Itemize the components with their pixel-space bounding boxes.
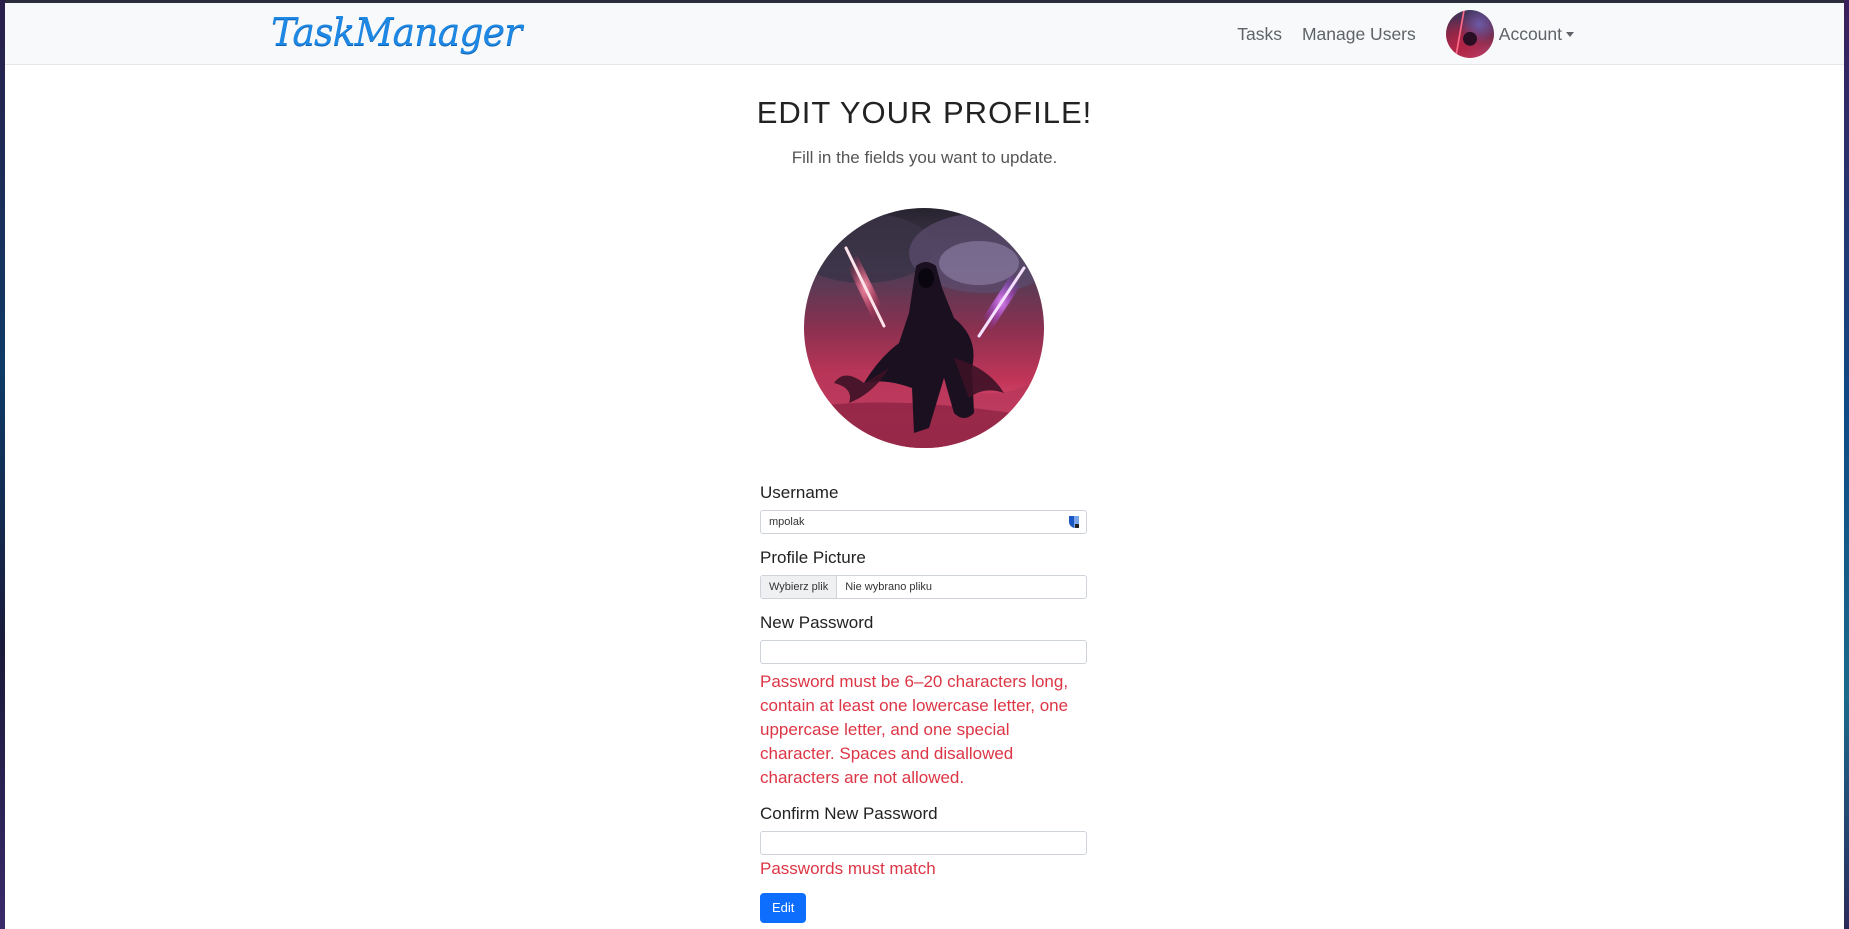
new-password-label: New Password — [760, 613, 874, 632]
nav-link-manage-users[interactable]: Manage Users — [1302, 24, 1416, 45]
avatar — [1445, 10, 1494, 58]
edit-profile-form: Username mpolak Profile Picture Wybierz … — [760, 481, 1088, 923]
nav-link-tasks[interactable]: Tasks — [1237, 24, 1282, 45]
page-subtitle: Fill in the fields you want to update. — [791, 148, 1058, 167]
page: TaskManager Tasks Manage Users Account E… — [5, 3, 1844, 929]
account-dropdown[interactable]: Account — [1445, 10, 1574, 58]
navbar: TaskManager Tasks Manage Users Account — [5, 3, 1844, 65]
profile-picture — [804, 208, 1044, 448]
account-label: Account — [1498, 23, 1562, 44]
file-status: Nie wybrano pliku — [845, 581, 933, 593]
password-error-message: Password must be 6–20 characters long, c… — [760, 672, 1069, 787]
page-title: EDIT YOUR PROFILE! — [756, 95, 1093, 130]
profile-picture-file-input[interactable]: Wybierz plik Nie wybrano pliku — [760, 575, 1087, 599]
profile-picture-label: Profile Picture — [760, 548, 866, 567]
new-password-field[interactable] — [760, 640, 1087, 664]
edit-submit-button[interactable]: Edit — [760, 893, 807, 923]
confirm-error-message: Passwords must match — [760, 859, 936, 878]
caret-down-icon — [1566, 31, 1574, 37]
username-field[interactable]: mpolak — [760, 510, 1087, 534]
username-label: Username — [760, 483, 839, 502]
password-manager-shield-icon[interactable] — [1068, 515, 1080, 529]
desktop-right-edge — [1844, 0, 1849, 929]
nav-links: Tasks Manage Users Account — [1237, 10, 1574, 58]
brand-logo[interactable]: TaskManager — [271, 5, 522, 59]
confirm-password-label: Confirm New Password — [760, 804, 938, 823]
choose-file-button[interactable]: Wybierz plik — [761, 576, 838, 598]
username-value: mpolak — [769, 516, 805, 528]
confirm-password-field[interactable] — [760, 831, 1087, 855]
